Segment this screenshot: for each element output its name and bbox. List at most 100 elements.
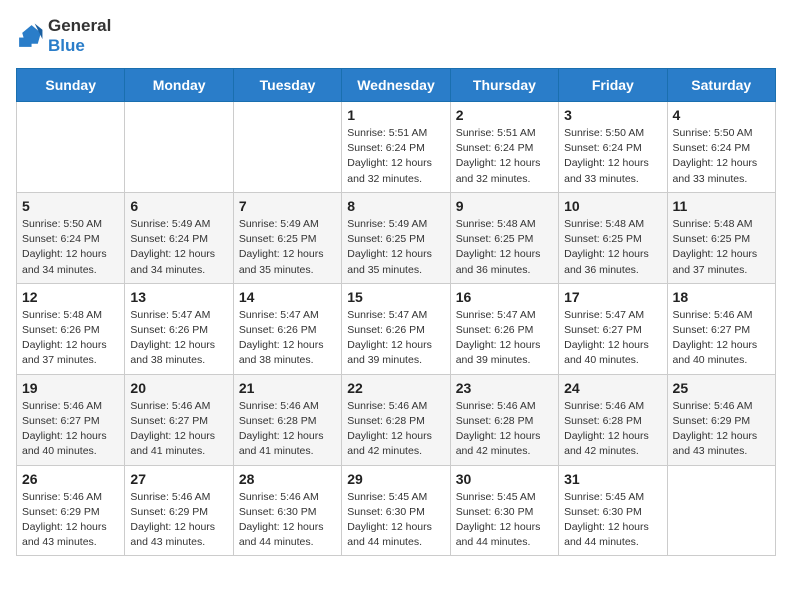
calendar-week-row: 19 Sunrise: 5:46 AM Sunset: 6:27 PM Dayli…	[17, 374, 776, 465]
day-info: Sunrise: 5:51 AM Sunset: 6:24 PM Dayligh…	[347, 126, 444, 187]
calendar-week-row: 12Sunrise: 5:48 AM Sunset: 6:26 PM Dayli…	[17, 283, 776, 374]
calendar-cell	[667, 465, 775, 556]
day-info: Sunrise: 5:46 AM Sunset: 6:28 PM Dayligh…	[347, 399, 444, 460]
calendar-week-row: 1 Sunrise: 5:51 AM Sunset: 6:24 PM Daylig…	[17, 102, 776, 193]
day-info: Sunrise: 5:46 AM Sunset: 6:28 PM Dayligh…	[564, 399, 661, 460]
day-number: 1	[347, 107, 444, 123]
calendar-cell: 16 Sunrise: 5:47 AM Sunset: 6:26 PM Dayli…	[450, 283, 558, 374]
calendar-cell: 19 Sunrise: 5:46 AM Sunset: 6:27 PM Dayli…	[17, 374, 125, 465]
calendar-cell: 31Sunrise: 5:45 AM Sunset: 6:30 PM Dayli…	[559, 465, 667, 556]
calendar-cell: 23Sunrise: 5:46 AM Sunset: 6:28 PM Dayli…	[450, 374, 558, 465]
calendar-cell: 5 Sunrise: 5:50 AM Sunset: 6:24 PM Daylig…	[17, 192, 125, 283]
calendar-cell: 20 Sunrise: 5:46 AM Sunset: 6:27 PM Dayli…	[125, 374, 233, 465]
logo-icon	[16, 22, 44, 50]
calendar-cell: 10 Sunrise: 5:48 AM Sunset: 6:25 PM Dayli…	[559, 192, 667, 283]
day-info: Sunrise: 5:46 AM Sunset: 6:28 PM Dayligh…	[239, 399, 336, 460]
day-info: Sunrise: 5:45 AM Sunset: 6:30 PM Dayligh…	[347, 490, 444, 551]
calendar-cell: 29 Sunrise: 5:45 AM Sunset: 6:30 PM Dayli…	[342, 465, 450, 556]
day-number: 17	[564, 289, 661, 305]
calendar-cell: 25 Sunrise: 5:46 AM Sunset: 6:29 PM Dayli…	[667, 374, 775, 465]
day-number: 20	[130, 380, 227, 396]
calendar-cell: 28Sunrise: 5:46 AM Sunset: 6:30 PM Dayli…	[233, 465, 341, 556]
col-header-wednesday: Wednesday	[342, 69, 450, 102]
day-info: Sunrise: 5:47 AM Sunset: 6:27 PM Dayligh…	[564, 308, 661, 369]
col-header-saturday: Saturday	[667, 69, 775, 102]
day-info: Sunrise: 5:46 AM Sunset: 6:29 PM Dayligh…	[673, 399, 770, 460]
calendar-cell: 22 Sunrise: 5:46 AM Sunset: 6:28 PM Dayli…	[342, 374, 450, 465]
calendar-cell: 6 Sunrise: 5:49 AM Sunset: 6:24 PM Daylig…	[125, 192, 233, 283]
day-info: Sunrise: 5:47 AM Sunset: 6:26 PM Dayligh…	[239, 308, 336, 369]
col-header-monday: Monday	[125, 69, 233, 102]
day-info: Sunrise: 5:46 AM Sunset: 6:27 PM Dayligh…	[22, 399, 119, 460]
col-header-tuesday: Tuesday	[233, 69, 341, 102]
calendar-cell: 21 Sunrise: 5:46 AM Sunset: 6:28 PM Dayli…	[233, 374, 341, 465]
day-number: 10	[564, 198, 661, 214]
col-header-friday: Friday	[559, 69, 667, 102]
day-number: 7	[239, 198, 336, 214]
calendar-cell: 4 Sunrise: 5:50 AM Sunset: 6:24 PM Daylig…	[667, 102, 775, 193]
logo-text: General Blue	[48, 16, 111, 56]
day-info: Sunrise: 5:49 AM Sunset: 6:25 PM Dayligh…	[239, 217, 336, 278]
calendar-cell	[233, 102, 341, 193]
day-info: Sunrise: 5:48 AM Sunset: 6:25 PM Dayligh…	[564, 217, 661, 278]
calendar-cell	[17, 102, 125, 193]
calendar-cell: 1 Sunrise: 5:51 AM Sunset: 6:24 PM Daylig…	[342, 102, 450, 193]
day-info: Sunrise: 5:46 AM Sunset: 6:27 PM Dayligh…	[673, 308, 770, 369]
day-number: 30	[456, 471, 553, 487]
day-info: Sunrise: 5:46 AM Sunset: 6:29 PM Dayligh…	[22, 490, 119, 551]
day-number: 5	[22, 198, 119, 214]
day-info: Sunrise: 5:46 AM Sunset: 6:30 PM Dayligh…	[239, 490, 336, 551]
calendar-cell: 15Sunrise: 5:47 AM Sunset: 6:26 PM Dayli…	[342, 283, 450, 374]
day-info: Sunrise: 5:48 AM Sunset: 6:25 PM Dayligh…	[673, 217, 770, 278]
day-number: 13	[130, 289, 227, 305]
day-number: 9	[456, 198, 553, 214]
calendar-cell: 24 Sunrise: 5:46 AM Sunset: 6:28 PM Dayli…	[559, 374, 667, 465]
calendar-cell: 8 Sunrise: 5:49 AM Sunset: 6:25 PM Daylig…	[342, 192, 450, 283]
day-info: Sunrise: 5:50 AM Sunset: 6:24 PM Dayligh…	[22, 217, 119, 278]
day-number: 21	[239, 380, 336, 396]
day-info: Sunrise: 5:50 AM Sunset: 6:24 PM Dayligh…	[673, 126, 770, 187]
day-number: 6	[130, 198, 227, 214]
day-info: Sunrise: 5:47 AM Sunset: 6:26 PM Dayligh…	[130, 308, 227, 369]
day-number: 12	[22, 289, 119, 305]
day-info: Sunrise: 5:51 AM Sunset: 6:24 PM Dayligh…	[456, 126, 553, 187]
day-info: Sunrise: 5:45 AM Sunset: 6:30 PM Dayligh…	[564, 490, 661, 551]
calendar-cell: 9 Sunrise: 5:48 AM Sunset: 6:25 PM Daylig…	[450, 192, 558, 283]
day-info: Sunrise: 5:48 AM Sunset: 6:25 PM Dayligh…	[456, 217, 553, 278]
calendar-cell	[125, 102, 233, 193]
day-info: Sunrise: 5:50 AM Sunset: 6:24 PM Dayligh…	[564, 126, 661, 187]
calendar-cell: 18Sunrise: 5:46 AM Sunset: 6:27 PM Dayli…	[667, 283, 775, 374]
day-number: 24	[564, 380, 661, 396]
day-info: Sunrise: 5:46 AM Sunset: 6:29 PM Dayligh…	[130, 490, 227, 551]
day-number: 14	[239, 289, 336, 305]
day-info: Sunrise: 5:46 AM Sunset: 6:27 PM Dayligh…	[130, 399, 227, 460]
day-info: Sunrise: 5:49 AM Sunset: 6:25 PM Dayligh…	[347, 217, 444, 278]
day-number: 27	[130, 471, 227, 487]
logo: General Blue	[16, 16, 111, 56]
day-number: 3	[564, 107, 661, 123]
calendar-cell: 27 Sunrise: 5:46 AM Sunset: 6:29 PM Dayli…	[125, 465, 233, 556]
day-info: Sunrise: 5:45 AM Sunset: 6:30 PM Dayligh…	[456, 490, 553, 551]
day-number: 4	[673, 107, 770, 123]
day-number: 11	[673, 198, 770, 214]
calendar-cell: 13 Sunrise: 5:47 AM Sunset: 6:26 PM Dayli…	[125, 283, 233, 374]
calendar-cell: 7 Sunrise: 5:49 AM Sunset: 6:25 PM Daylig…	[233, 192, 341, 283]
day-number: 8	[347, 198, 444, 214]
day-number: 25	[673, 380, 770, 396]
day-info: Sunrise: 5:49 AM Sunset: 6:24 PM Dayligh…	[130, 217, 227, 278]
calendar-week-row: 26 Sunrise: 5:46 AM Sunset: 6:29 PM Dayli…	[17, 465, 776, 556]
day-number: 23	[456, 380, 553, 396]
day-info: Sunrise: 5:47 AM Sunset: 6:26 PM Dayligh…	[347, 308, 444, 369]
day-number: 26	[22, 471, 119, 487]
day-number: 2	[456, 107, 553, 123]
calendar-cell: 11 Sunrise: 5:48 AM Sunset: 6:25 PM Dayli…	[667, 192, 775, 283]
day-number: 29	[347, 471, 444, 487]
day-number: 16	[456, 289, 553, 305]
page-header: General Blue	[16, 16, 776, 56]
day-info: Sunrise: 5:47 AM Sunset: 6:26 PM Dayligh…	[456, 308, 553, 369]
calendar-cell: 17 Sunrise: 5:47 AM Sunset: 6:27 PM Dayli…	[559, 283, 667, 374]
calendar-cell: 12Sunrise: 5:48 AM Sunset: 6:26 PM Dayli…	[17, 283, 125, 374]
calendar-cell: 2 Sunrise: 5:51 AM Sunset: 6:24 PM Daylig…	[450, 102, 558, 193]
day-number: 19	[22, 380, 119, 396]
day-number: 22	[347, 380, 444, 396]
